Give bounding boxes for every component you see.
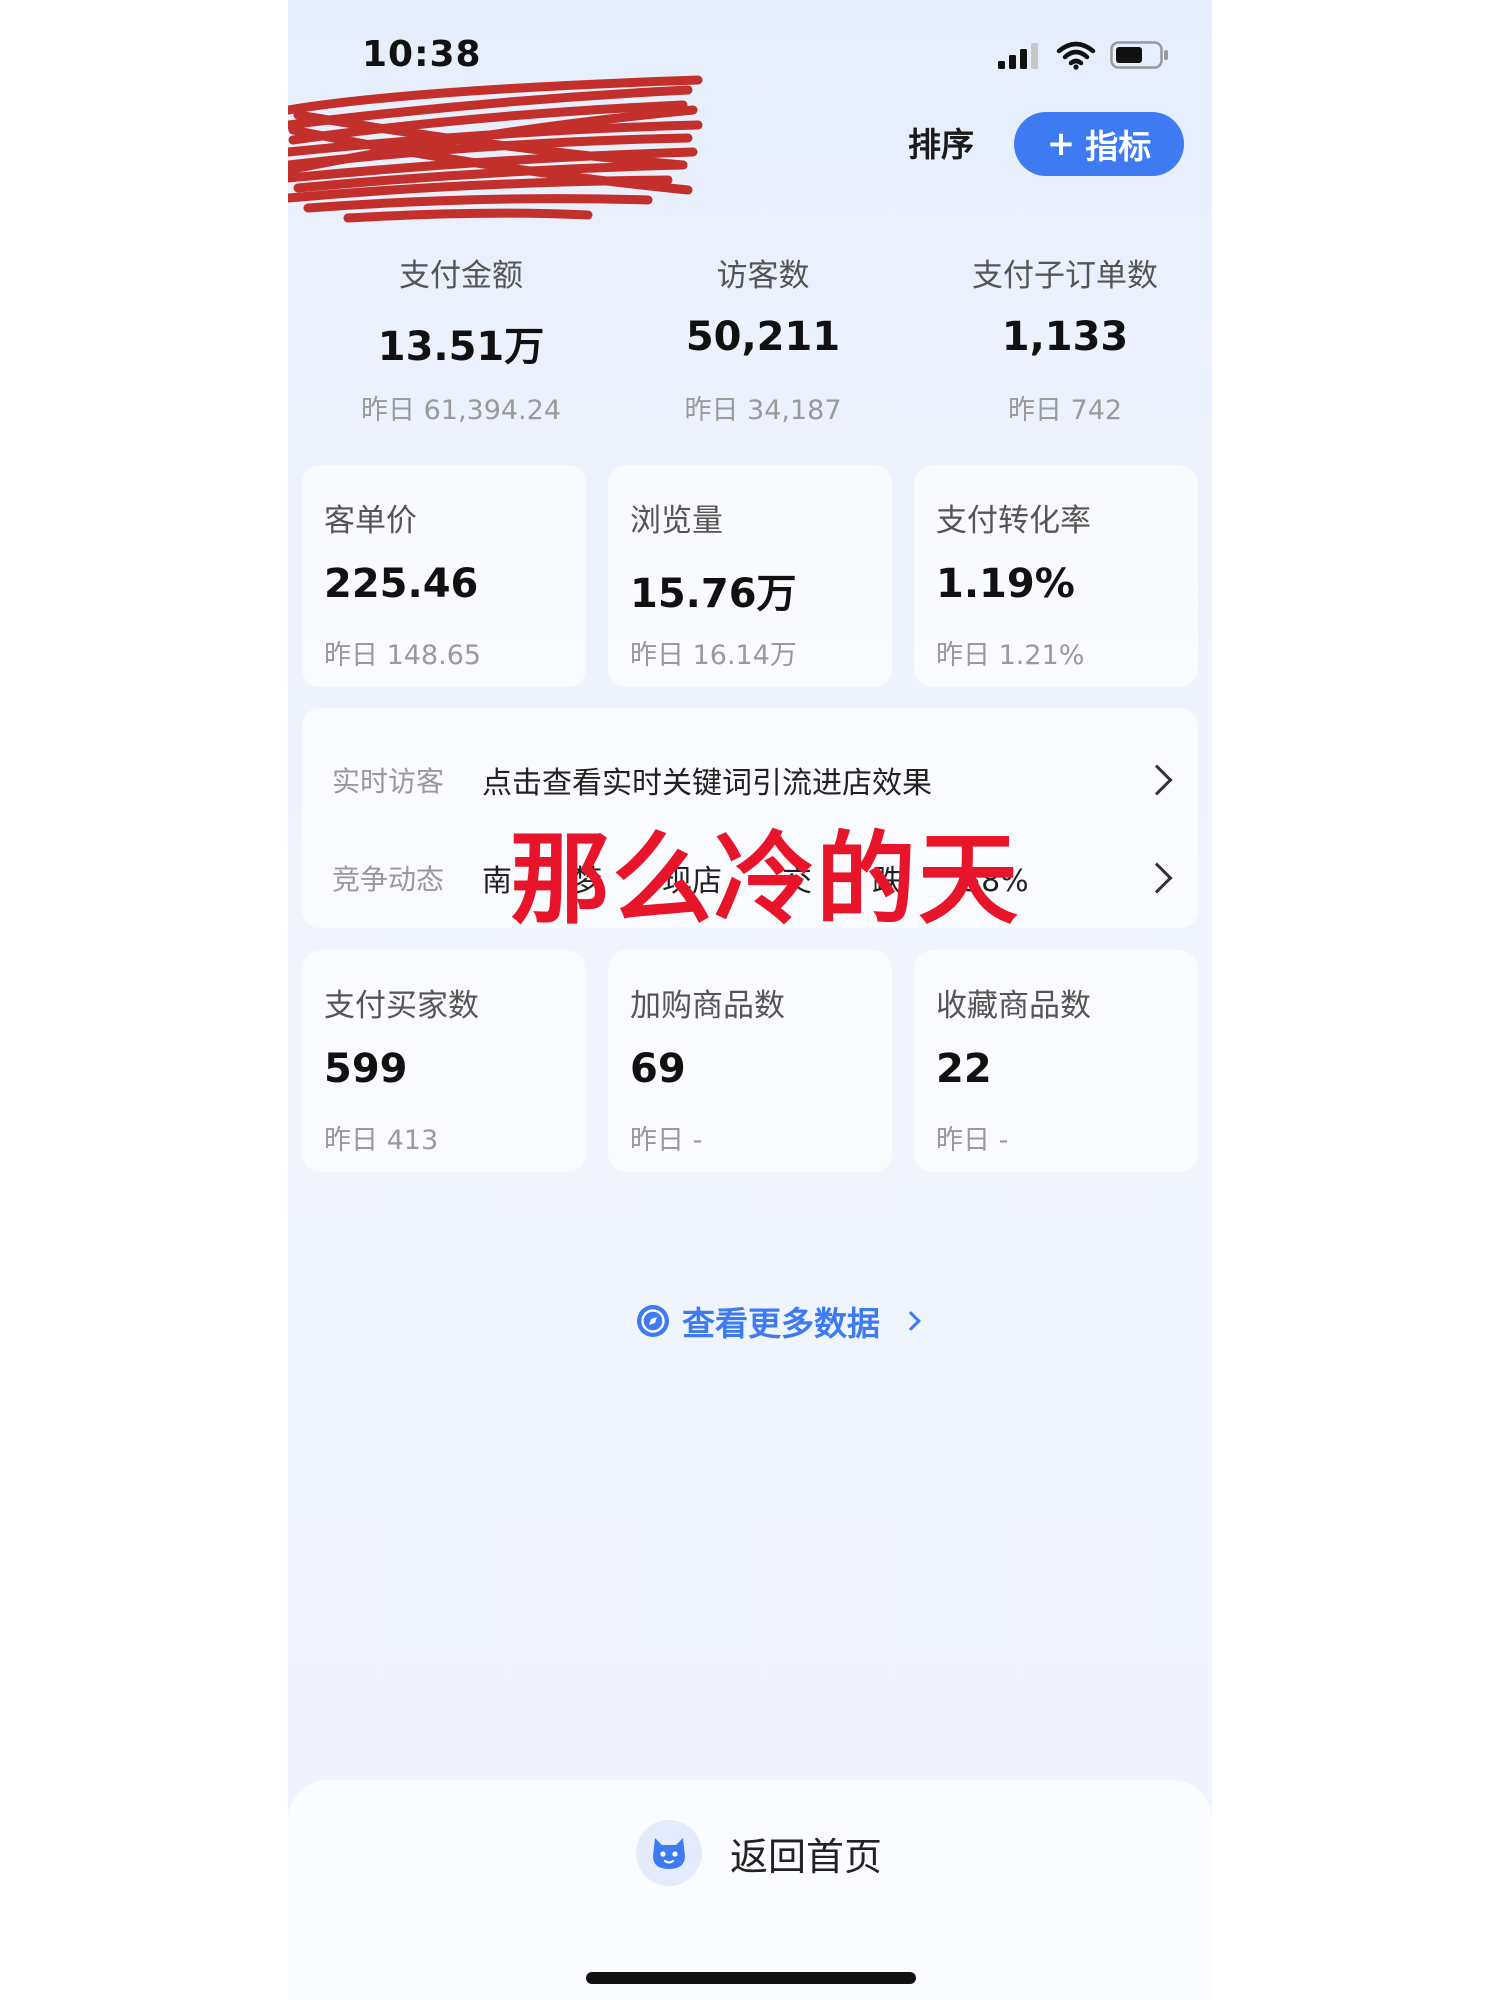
- add-metric-button[interactable]: + 指标: [1014, 112, 1184, 176]
- home-indicator[interactable]: [586, 1972, 916, 1984]
- metric-card-conversion-rate[interactable]: 支付转化率 1.19% 昨日 1.21%: [914, 465, 1198, 687]
- status-icons: [998, 40, 1170, 70]
- metric-card-page-views[interactable]: 浏览量 15.76万 昨日 16.14万: [608, 465, 892, 687]
- metric-value: 69: [630, 1046, 686, 1092]
- metric-visitors[interactable]: 访客数 50,211 昨日 34,187: [608, 250, 910, 427]
- metric-value: 13.51万: [377, 324, 545, 370]
- chevron-right-icon: [901, 1311, 921, 1331]
- metric-card-avg-order-value[interactable]: 客单价 225.46 昨日 148.65: [302, 465, 586, 687]
- metric-label: 支付转化率: [936, 503, 1091, 539]
- back-home-button[interactable]: 返回首页: [636, 1820, 882, 1886]
- chevron-right-icon: [1141, 764, 1173, 796]
- metric-card-paying-buyers[interactable]: 支付买家数 599 昨日 413: [302, 950, 586, 1172]
- metric-value: 15.76万: [630, 571, 797, 617]
- metric-label: 支付子订单数: [972, 258, 1158, 294]
- info-tag: 竞争动态: [332, 863, 445, 896]
- overlay-caption: 那么冷的天: [510, 821, 1020, 938]
- metric-sub-orders[interactable]: 支付子订单数 1,133 昨日 742: [910, 250, 1212, 427]
- more-data-link[interactable]: 查看更多数据: [636, 1297, 921, 1345]
- metric-pay-amount[interactable]: 支付金额 13.51万 昨日 61,394.24: [288, 250, 608, 427]
- metric-value: 1,133: [1001, 314, 1129, 360]
- top-metrics: 支付金额 13.51万 昨日 61,394.24 访客数 50,211 昨日 3…: [288, 250, 1212, 427]
- metric-label: 访客数: [716, 258, 810, 294]
- metric-label: 浏览量: [630, 503, 723, 539]
- signal-icon: [998, 43, 1038, 69]
- metric-prev: 昨日 61,394.24: [361, 395, 561, 426]
- metric-prev: 昨日 34,187: [684, 395, 842, 426]
- metric-card-add-to-cart[interactable]: 加购商品数 69 昨日 -: [608, 950, 892, 1172]
- plus-icon: +: [1046, 124, 1076, 164]
- metric-label: 加购商品数: [630, 988, 785, 1024]
- chevron-right-icon: [1141, 862, 1173, 894]
- info-row-realtime-visitors[interactable]: 实时访客 点击查看实时关键词引流进店效果: [332, 750, 1178, 810]
- mascot-icon: [636, 1820, 702, 1886]
- phone-screen: 10:38 排序 + 指标 支付金额 13.51万 昨日 61,394.24 访…: [288, 0, 1212, 2000]
- info-text: 点击查看实时关键词引流进店效果: [482, 766, 932, 801]
- compass-icon: [637, 1305, 669, 1337]
- metric-cards-row-2: 支付买家数 599 昨日 413 加购商品数 69 昨日 - 收藏商品数 22 …: [302, 950, 1198, 1172]
- metric-label: 收藏商品数: [936, 988, 1091, 1024]
- metric-card-favorites[interactable]: 收藏商品数 22 昨日 -: [914, 950, 1198, 1172]
- metric-value: 1.19%: [936, 561, 1075, 607]
- metric-prev: 昨日 -: [936, 1125, 1009, 1156]
- metric-prev: 昨日 413: [324, 1125, 439, 1156]
- bottom-bar: 返回首页: [288, 1780, 1212, 2000]
- battery-icon: [1110, 41, 1168, 69]
- metric-label: 支付金额: [399, 258, 523, 294]
- metric-prev: 昨日 1.21%: [936, 640, 1085, 671]
- metric-value: 50,211: [685, 314, 841, 360]
- wifi-icon: [1056, 41, 1096, 70]
- info-tag: 实时访客: [332, 765, 445, 798]
- sort-button[interactable]: 排序: [908, 118, 974, 166]
- metric-value: 22: [936, 1046, 992, 1092]
- metric-label: 支付买家数: [324, 988, 479, 1024]
- metric-value: 599: [324, 1046, 408, 1092]
- status-time: 10:38: [362, 34, 482, 75]
- metric-prev: 昨日 148.65: [324, 640, 482, 671]
- redacted-shop-name: [288, 75, 703, 223]
- metric-cards-row-1: 客单价 225.46 昨日 148.65 浏览量 15.76万 昨日 16.14…: [302, 465, 1198, 687]
- metric-prev: 昨日 16.14万: [630, 640, 797, 671]
- add-metric-label: 指标: [1085, 127, 1152, 166]
- more-data-label: 查看更多数据: [682, 1304, 880, 1343]
- metric-value: 225.46: [324, 561, 479, 607]
- metric-prev: 昨日 742: [1007, 395, 1123, 426]
- back-home-label: 返回首页: [730, 1834, 883, 1879]
- metric-prev: 昨日 -: [630, 1125, 703, 1156]
- metric-label: 客单价: [324, 503, 417, 539]
